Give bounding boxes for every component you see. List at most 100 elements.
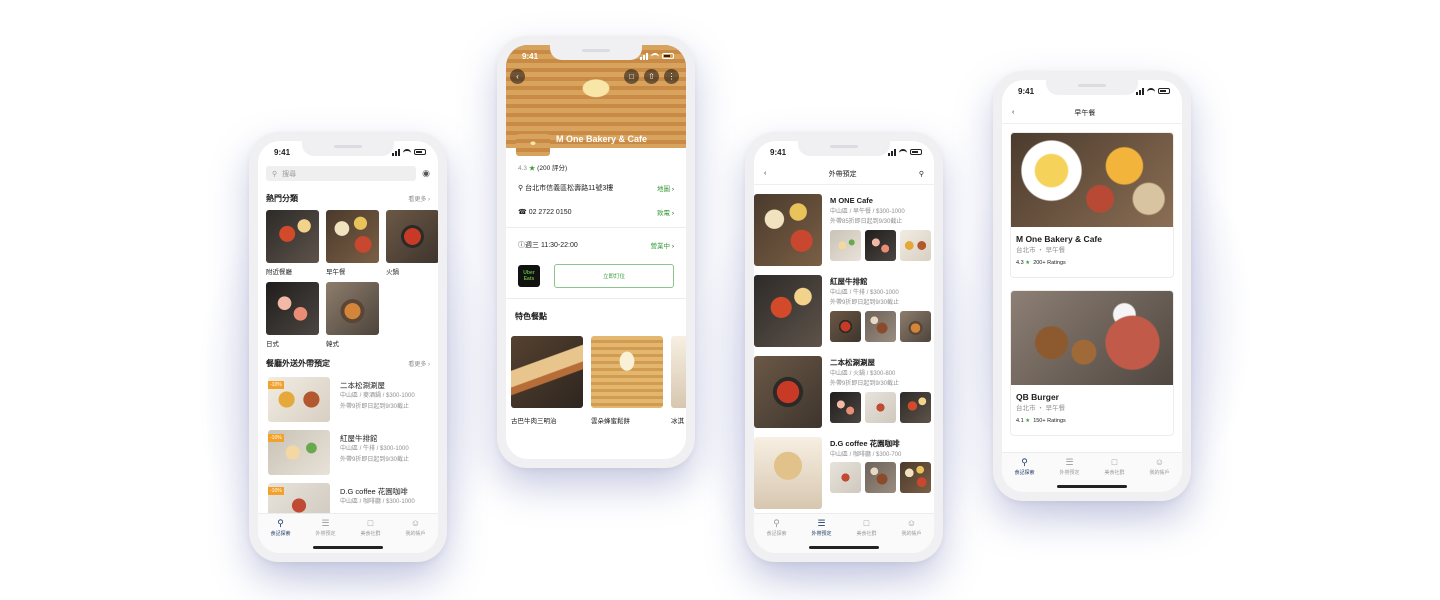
status-icons (392, 148, 426, 156)
delivery-header: 餐廳外送外帶預定 看更多 › (258, 358, 438, 369)
restaurant-title: M One Bakery & Cafe (556, 134, 648, 144)
battery-icon (662, 53, 674, 59)
search-icon[interactable]: ⚲ (919, 170, 924, 178)
category-screen: 9:41 ‹ 早午餐 M One Bakery & Cafe 台北市 ・ 早午餐 … (1002, 80, 1182, 492)
chat-icon: □ (1111, 457, 1118, 467)
wifi-icon (403, 149, 411, 155)
restaurant-logo (516, 134, 550, 156)
signal-icon (1136, 87, 1144, 95)
status-bar: 9:41 (258, 141, 438, 163)
phone-icon: ☎ (518, 209, 527, 216)
share-icon[interactable]: ⇧ (644, 69, 659, 84)
battery-icon (414, 149, 426, 155)
wifi-icon (651, 53, 659, 59)
dish-card[interactable]: 冰淇 (671, 336, 686, 425)
phone-explore: 9:41 ⚲ 搜尋 ◉ 熱門分類 看更多 › 附近餐廳 早午餐 火鍋 日式 韓式 (249, 132, 447, 562)
star-icon: ★ (1025, 418, 1031, 424)
category-tile[interactable]: 韓式 (326, 282, 379, 348)
user-icon: ☺ (410, 518, 421, 528)
see-more-link[interactable]: 看更多 › (408, 194, 430, 203)
restaurant-name: D.G coffee 花園咖啡 (340, 487, 408, 496)
dish-card[interactable]: 雲朵蜂蜜鬆餅 (591, 336, 663, 425)
phone-takeout: 9:41 ‹ 外帶預定 ⚲ M ONE Cafe 中山區 / 早午餐 / $300… (745, 132, 943, 562)
back-icon[interactable]: ‹ (510, 69, 525, 84)
star-icon: ★ (528, 165, 536, 172)
detail-screen: ‹ □ ⇧ ⋮ M One Bakery & Cafe 9:41 4.3 ★ (… (506, 45, 686, 459)
signal-icon (640, 52, 648, 60)
signal-icon (392, 148, 400, 156)
phone-row[interactable]: ☎ 02 2722 0150 致電 › (506, 207, 686, 217)
page-title: 外帶預定 (828, 170, 857, 178)
category-tile[interactable]: 附近餐廳 (266, 210, 319, 276)
reserve-button[interactable]: 立即訂位 (554, 264, 674, 288)
status-bar: 9:41 (1002, 80, 1182, 102)
star-icon: ★ (1025, 260, 1031, 266)
user-icon: ☺ (1154, 457, 1165, 467)
restaurant-name: 紅屋牛排館 (340, 434, 378, 443)
tab-explore[interactable]: ⚲ 食記探索 (757, 519, 797, 553)
restaurant-item[interactable]: -10% 紅屋牛排館 中山區 / 牛排 / $300-1000 外帶9折即日起到9/… (258, 430, 438, 475)
discount-badge: -10% (268, 434, 284, 442)
search-icon: ⚲ (277, 518, 284, 528)
uber-eats-logo: Uber Eats (518, 265, 540, 287)
category-tile[interactable]: 火鍋 (386, 210, 438, 276)
tab-account[interactable]: ☺ 我的帳戶 (1140, 458, 1180, 492)
tab-explore[interactable]: ⚲ 食記探索 (1005, 458, 1045, 492)
location-pin-icon[interactable]: ◉ (422, 168, 430, 179)
search-icon: ⚲ (773, 518, 780, 528)
restaurant-item[interactable]: 紅屋牛排館 中山區 / 牛排 / $300-1000 外帶9折即日起到9/30截止 (754, 275, 934, 347)
category-tile[interactable]: 日式 (266, 282, 319, 348)
restaurant-item[interactable]: M ONE Cafe 中山區 / 早午餐 / $300-1000 外帶85折即日起到… (754, 194, 934, 266)
dish-card[interactable]: 古巴牛肉三明治 (511, 336, 583, 425)
phone-category: 9:41 ‹ 早午餐 M One Bakery & Cafe 台北市 ・ 早午餐 … (993, 71, 1191, 501)
clock-icon: ⓘ (518, 242, 525, 249)
discount-badge: -10% (268, 381, 284, 389)
nav-bar: ‹ 早午餐 (1002, 102, 1182, 124)
section-title: 熱門分類 (266, 194, 298, 203)
status-bar: 9:41 (754, 141, 934, 163)
dish-carousel: 古巴牛肉三明治 雲朵蜂蜜鬆餅 冰淇 (506, 336, 686, 425)
back-icon[interactable]: ‹ (1012, 109, 1014, 116)
restaurant-item[interactable]: -10% 二本松涮涮屋 中山區 / 麥酒鍋 / $300-1000 外帶9折即日起到… (258, 377, 438, 422)
search-input[interactable]: ⚲ 搜尋 (266, 166, 417, 181)
wifi-icon (1147, 88, 1155, 94)
chat-icon: □ (367, 518, 374, 528)
call-link: 致電 (657, 210, 671, 217)
chat-icon: □ (863, 518, 870, 528)
back-icon[interactable]: ‹ (764, 170, 766, 177)
location-pin-icon: ⚲ (518, 185, 524, 192)
search-row: ⚲ 搜尋 ◉ (258, 166, 438, 181)
hours-row[interactable]: ⓘ週三 11:30-22:00 營業中 › (506, 240, 686, 250)
status-time: 9:41 (274, 147, 291, 157)
status-bar: 9:41 (506, 45, 686, 67)
restaurant-card[interactable]: QB Burger 台北市 ・ 早午餐 4.1 ★ 150+ Ratings (1010, 290, 1174, 436)
home-indicator (313, 546, 383, 549)
explore-screen: 9:41 ⚲ 搜尋 ◉ 熱門分類 看更多 › 附近餐廳 早午餐 火鍋 日式 韓式 (258, 141, 438, 553)
tab-account[interactable]: ☺ 我的帳戶 (396, 519, 436, 553)
bookmark-icon[interactable]: □ (624, 69, 639, 84)
restaurant-card[interactable]: M One Bakery & Cafe 台北市 ・ 早午餐 4.3 ★ 200+ … (1010, 132, 1174, 278)
user-icon: ☺ (906, 518, 917, 528)
home-indicator (1057, 485, 1127, 488)
showcase-stage: 9:41 ⚲ 搜尋 ◉ 熱門分類 看更多 › 附近餐廳 早午餐 火鍋 日式 韓式 (0, 0, 1440, 600)
discount-badge: -10% (268, 487, 284, 495)
tab-explore[interactable]: ⚲ 食記探索 (261, 519, 301, 553)
battery-icon (910, 149, 922, 155)
page-title: 早午餐 (1074, 109, 1096, 117)
section-title: 餐廳外送外帶預定 (266, 359, 330, 368)
see-more-link[interactable]: 看更多 › (408, 359, 430, 368)
featured-title: 特色餐點 (515, 312, 547, 321)
category-tile[interactable]: 早午餐 (326, 210, 379, 276)
search-placeholder: 搜尋 (282, 170, 297, 178)
tab-account[interactable]: ☺ 我的帳戶 (892, 519, 932, 553)
fork-knife-icon: ☰ (817, 518, 826, 528)
address-row[interactable]: ⚲ 台北市信義區松壽路11號3樓 地圖 › (506, 183, 686, 193)
phone-restaurant-detail: ‹ □ ⇧ ⋮ M One Bakery & Cafe 9:41 4.3 ★ (… (497, 36, 695, 468)
wifi-icon (899, 149, 907, 155)
map-link: 地圖 (657, 186, 671, 193)
status-icons (640, 52, 674, 60)
more-icon[interactable]: ⋮ (664, 69, 679, 84)
restaurant-item[interactable]: 二本松涮涮屋 中山區 / 火鍋 / $300-800 外帶9折即日起到9/30截止 (754, 356, 934, 428)
restaurant-item[interactable]: D.G coffee 花園咖啡 中山區 / 咖啡廳 / $300-700 (754, 437, 934, 509)
status-time: 9:41 (522, 51, 539, 61)
